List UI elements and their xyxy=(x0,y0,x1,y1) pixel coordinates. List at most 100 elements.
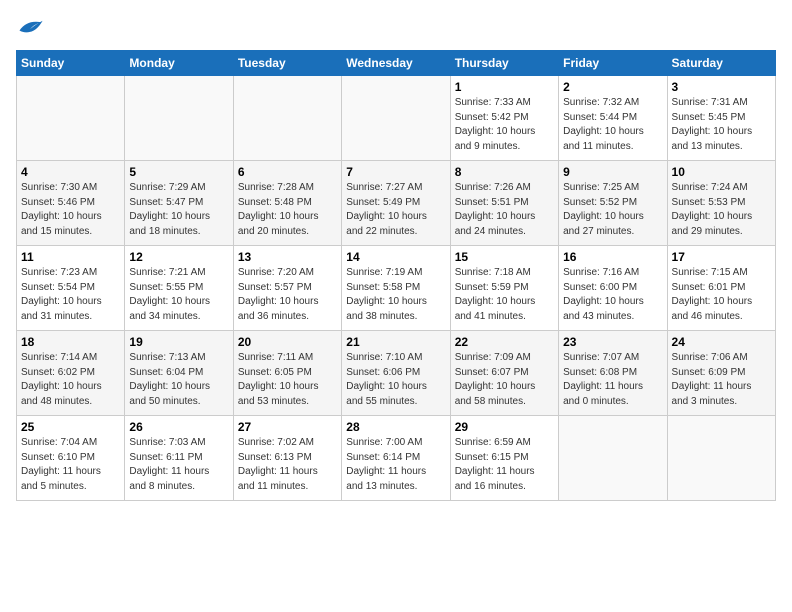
day-info: Sunrise: 7:14 AM Sunset: 6:02 PM Dayligh… xyxy=(21,351,120,409)
day-number: 29 xyxy=(455,420,554,434)
day-info: Sunrise: 7:31 AM Sunset: 5:45 PM Dayligh… xyxy=(672,96,771,154)
calendar-cell: 18 Sunrise: 7:14 AM Sunset: 6:02 PM Dayli… xyxy=(17,331,125,416)
day-number: 11 xyxy=(21,250,120,264)
calendar-cell: 25 Sunrise: 7:04 AM Sunset: 6:10 PM Dayli… xyxy=(17,416,125,501)
day-info: Sunrise: 7:23 AM Sunset: 5:54 PM Dayligh… xyxy=(21,266,120,324)
day-number: 27 xyxy=(238,420,337,434)
calendar-cell: 23 Sunrise: 7:07 AM Sunset: 6:08 PM Dayli… xyxy=(559,331,667,416)
day-number: 19 xyxy=(129,335,228,349)
day-info: Sunrise: 7:06 AM Sunset: 6:09 PM Dayligh… xyxy=(672,351,771,409)
calendar-cell: 15 Sunrise: 7:18 AM Sunset: 5:59 PM Dayli… xyxy=(450,246,558,331)
day-info: Sunrise: 7:07 AM Sunset: 6:08 PM Dayligh… xyxy=(563,351,662,409)
calendar-cell: 20 Sunrise: 7:11 AM Sunset: 6:05 PM Dayli… xyxy=(233,331,341,416)
day-info: Sunrise: 7:32 AM Sunset: 5:44 PM Dayligh… xyxy=(563,96,662,154)
day-number: 20 xyxy=(238,335,337,349)
calendar-cell: 8 Sunrise: 7:26 AM Sunset: 5:51 PM Daylig… xyxy=(450,161,558,246)
calendar-cell: 13 Sunrise: 7:20 AM Sunset: 5:57 PM Dayli… xyxy=(233,246,341,331)
calendar-cell: 19 Sunrise: 7:13 AM Sunset: 6:04 PM Dayli… xyxy=(125,331,233,416)
day-info: Sunrise: 7:26 AM Sunset: 5:51 PM Dayligh… xyxy=(455,181,554,239)
day-number: 2 xyxy=(563,80,662,94)
day-number: 13 xyxy=(238,250,337,264)
calendar-cell: 29 Sunrise: 6:59 AM Sunset: 6:15 PM Dayli… xyxy=(450,416,558,501)
day-info: Sunrise: 7:18 AM Sunset: 5:59 PM Dayligh… xyxy=(455,266,554,324)
calendar-cell xyxy=(342,76,450,161)
day-number: 5 xyxy=(129,165,228,179)
weekday-header-saturday: Saturday xyxy=(667,51,775,76)
calendar-cell: 6Sunrise: 7:28 AM Sunset: 5:48 PM Daylig… xyxy=(233,161,341,246)
day-number: 7 xyxy=(346,165,445,179)
day-number: 10 xyxy=(672,165,771,179)
weekday-header-thursday: Thursday xyxy=(450,51,558,76)
day-info: Sunrise: 7:29 AM Sunset: 5:47 PM Dayligh… xyxy=(129,181,228,239)
day-info: Sunrise: 7:03 AM Sunset: 6:11 PM Dayligh… xyxy=(129,436,228,494)
calendar-cell: 27 Sunrise: 7:02 AM Sunset: 6:13 PM Dayli… xyxy=(233,416,341,501)
day-info: Sunrise: 7:24 AM Sunset: 5:53 PM Dayligh… xyxy=(672,181,771,239)
day-number: 23 xyxy=(563,335,662,349)
calendar-cell: 1Sunrise: 7:33 AM Sunset: 5:42 PM Daylig… xyxy=(450,76,558,161)
calendar-cell: 26 Sunrise: 7:03 AM Sunset: 6:11 PM Dayli… xyxy=(125,416,233,501)
calendar-week-row: 25 Sunrise: 7:04 AM Sunset: 6:10 PM Dayli… xyxy=(17,416,776,501)
day-info: Sunrise: 7:16 AM Sunset: 6:00 PM Dayligh… xyxy=(563,266,662,324)
day-number: 4 xyxy=(21,165,120,179)
calendar-cell xyxy=(125,76,233,161)
day-info: Sunrise: 7:00 AM Sunset: 6:14 PM Dayligh… xyxy=(346,436,445,494)
day-number: 6 xyxy=(238,165,337,179)
calendar-cell xyxy=(559,416,667,501)
day-info: Sunrise: 7:15 AM Sunset: 6:01 PM Dayligh… xyxy=(672,266,771,324)
day-info: Sunrise: 6:59 AM Sunset: 6:15 PM Dayligh… xyxy=(455,436,554,494)
header xyxy=(16,16,776,38)
logo xyxy=(16,16,48,38)
day-number: 14 xyxy=(346,250,445,264)
day-number: 21 xyxy=(346,335,445,349)
calendar-week-row: 18 Sunrise: 7:14 AM Sunset: 6:02 PM Dayli… xyxy=(17,331,776,416)
day-info: Sunrise: 7:27 AM Sunset: 5:49 PM Dayligh… xyxy=(346,181,445,239)
day-number: 9 xyxy=(563,165,662,179)
calendar-cell: 16Sunrise: 7:16 AM Sunset: 6:00 PM Dayli… xyxy=(559,246,667,331)
calendar-week-row: 11 Sunrise: 7:23 AM Sunset: 5:54 PM Dayli… xyxy=(17,246,776,331)
calendar-cell: 28 Sunrise: 7:00 AM Sunset: 6:14 PM Dayli… xyxy=(342,416,450,501)
weekday-header-sunday: Sunday xyxy=(17,51,125,76)
day-info: Sunrise: 7:30 AM Sunset: 5:46 PM Dayligh… xyxy=(21,181,120,239)
calendar-cell: 21 Sunrise: 7:10 AM Sunset: 6:06 PM Dayli… xyxy=(342,331,450,416)
day-info: Sunrise: 7:20 AM Sunset: 5:57 PM Dayligh… xyxy=(238,266,337,324)
calendar-cell: 2 Sunrise: 7:32 AM Sunset: 5:44 PM Daylig… xyxy=(559,76,667,161)
logo-icon xyxy=(16,16,44,38)
day-number: 25 xyxy=(21,420,120,434)
calendar-cell: 24 Sunrise: 7:06 AM Sunset: 6:09 PM Dayli… xyxy=(667,331,775,416)
calendar-cell: 4 Sunrise: 7:30 AM Sunset: 5:46 PM Daylig… xyxy=(17,161,125,246)
calendar-cell: 17 Sunrise: 7:15 AM Sunset: 6:01 PM Dayli… xyxy=(667,246,775,331)
weekday-header-tuesday: Tuesday xyxy=(233,51,341,76)
day-info: Sunrise: 7:02 AM Sunset: 6:13 PM Dayligh… xyxy=(238,436,337,494)
calendar-cell xyxy=(17,76,125,161)
day-info: Sunrise: 7:33 AM Sunset: 5:42 PM Dayligh… xyxy=(455,96,554,154)
calendar-cell: 7 Sunrise: 7:27 AM Sunset: 5:49 PM Daylig… xyxy=(342,161,450,246)
calendar-week-row: 4 Sunrise: 7:30 AM Sunset: 5:46 PM Daylig… xyxy=(17,161,776,246)
day-info: Sunrise: 7:10 AM Sunset: 6:06 PM Dayligh… xyxy=(346,351,445,409)
day-number: 15 xyxy=(455,250,554,264)
day-info: Sunrise: 7:09 AM Sunset: 6:07 PM Dayligh… xyxy=(455,351,554,409)
day-info: Sunrise: 7:13 AM Sunset: 6:04 PM Dayligh… xyxy=(129,351,228,409)
day-info: Sunrise: 7:04 AM Sunset: 6:10 PM Dayligh… xyxy=(21,436,120,494)
day-info: Sunrise: 7:19 AM Sunset: 5:58 PM Dayligh… xyxy=(346,266,445,324)
day-number: 22 xyxy=(455,335,554,349)
day-info: Sunrise: 7:25 AM Sunset: 5:52 PM Dayligh… xyxy=(563,181,662,239)
day-number: 28 xyxy=(346,420,445,434)
calendar-cell: 11 Sunrise: 7:23 AM Sunset: 5:54 PM Dayli… xyxy=(17,246,125,331)
day-info: Sunrise: 7:21 AM Sunset: 5:55 PM Dayligh… xyxy=(129,266,228,324)
weekday-header-friday: Friday xyxy=(559,51,667,76)
calendar-cell: 22 Sunrise: 7:09 AM Sunset: 6:07 PM Dayli… xyxy=(450,331,558,416)
calendar-cell: 10 Sunrise: 7:24 AM Sunset: 5:53 PM Dayli… xyxy=(667,161,775,246)
calendar-cell: 3Sunrise: 7:31 AM Sunset: 5:45 PM Daylig… xyxy=(667,76,775,161)
calendar-table: SundayMondayTuesdayWednesdayThursdayFrid… xyxy=(16,50,776,501)
day-number: 17 xyxy=(672,250,771,264)
calendar-cell: 5 Sunrise: 7:29 AM Sunset: 5:47 PM Daylig… xyxy=(125,161,233,246)
weekday-header-monday: Monday xyxy=(125,51,233,76)
day-info: Sunrise: 7:11 AM Sunset: 6:05 PM Dayligh… xyxy=(238,351,337,409)
calendar-week-row: 1Sunrise: 7:33 AM Sunset: 5:42 PM Daylig… xyxy=(17,76,776,161)
calendar-cell: 14 Sunrise: 7:19 AM Sunset: 5:58 PM Dayli… xyxy=(342,246,450,331)
day-number: 18 xyxy=(21,335,120,349)
day-number: 26 xyxy=(129,420,228,434)
day-number: 8 xyxy=(455,165,554,179)
day-number: 24 xyxy=(672,335,771,349)
weekday-header-row: SundayMondayTuesdayWednesdayThursdayFrid… xyxy=(17,51,776,76)
